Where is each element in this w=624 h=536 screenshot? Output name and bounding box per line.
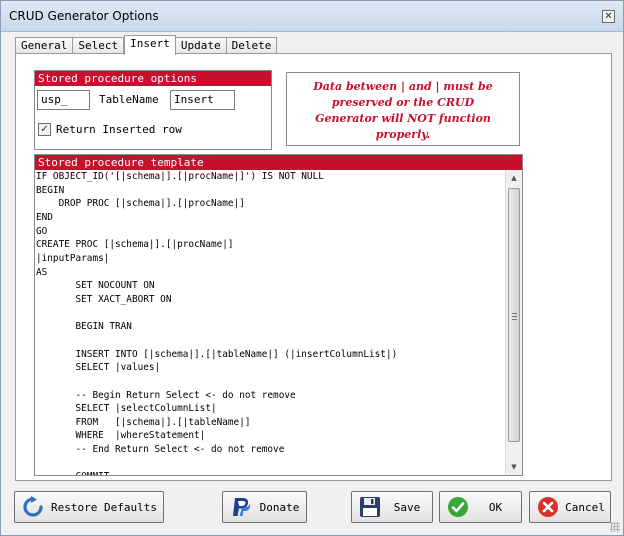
ok-label: OK [488, 500, 503, 514]
stored-procedure-template-header: Stored procedure template [35, 155, 522, 170]
procedure-prefix-input[interactable]: usp_ [37, 90, 90, 110]
tab-strip: General Select Insert Update Delete [15, 35, 278, 55]
paypal-icon [233, 498, 251, 516]
donate-button[interactable]: Donate [222, 491, 307, 523]
resize-grip-icon[interactable] [610, 522, 620, 532]
warning-line: properly. [375, 128, 431, 141]
close-icon[interactable]: ✕ [602, 10, 615, 23]
save-button[interactable]: Save [351, 491, 433, 523]
template-code-editor[interactable]: IF OBJECT_ID('[|schema|].[|procName|]') … [35, 170, 505, 475]
restore-defaults-button[interactable]: Restore Defaults [14, 491, 164, 523]
warning-line: Generator will NOT function [315, 112, 491, 125]
tablename-suffix-input[interactable]: Insert [170, 90, 235, 110]
return-inserted-row-label[interactable]: Return Inserted row [56, 123, 182, 136]
tab-insert[interactable]: Insert [124, 35, 176, 55]
insert-tab-panel: Stored procedure options usp_ TableName … [15, 53, 612, 481]
ok-button[interactable]: OK [439, 491, 522, 523]
restore-defaults-label: Restore Defaults [51, 500, 157, 514]
title-bar: CRUD Generator Options ✕ [1, 1, 623, 32]
refresh-icon [23, 496, 43, 517]
cancel-icon [538, 497, 558, 517]
return-inserted-row-checkbox[interactable]: ✓ [38, 123, 51, 136]
save-label: Save [393, 500, 421, 514]
cancel-label: Cancel [565, 500, 605, 514]
scroll-down-arrow-icon[interactable]: ▼ [506, 459, 522, 475]
window-title: CRUD Generator Options [9, 9, 159, 23]
donate-label: Donate [259, 500, 300, 514]
cancel-button[interactable]: Cancel [529, 491, 611, 523]
template-scrollbar[interactable]: ▲ ▼ [505, 170, 522, 475]
scrollbar-grip-icon [512, 313, 517, 320]
tablename-label: TableName [99, 93, 159, 106]
warning-message: Data between | and | must be preserved o… [286, 72, 520, 146]
warning-line: preserved or the CRUD [331, 96, 475, 109]
scroll-up-arrow-icon[interactable]: ▲ [506, 170, 522, 186]
floppy-disk-icon [360, 497, 380, 517]
scrollbar-thumb[interactable] [508, 188, 520, 442]
stored-procedure-options-group: Stored procedure options usp_ TableName … [34, 70, 272, 150]
checkmark-icon [448, 497, 468, 517]
stored-procedure-template-group: Stored procedure template IF OBJECT_ID('… [34, 154, 523, 476]
stored-procedure-options-header: Stored procedure options [35, 71, 271, 86]
warning-line: Data between | and | must be [313, 80, 493, 93]
crud-generator-options-window: CRUD Generator Options ✕ General Select … [0, 0, 624, 536]
